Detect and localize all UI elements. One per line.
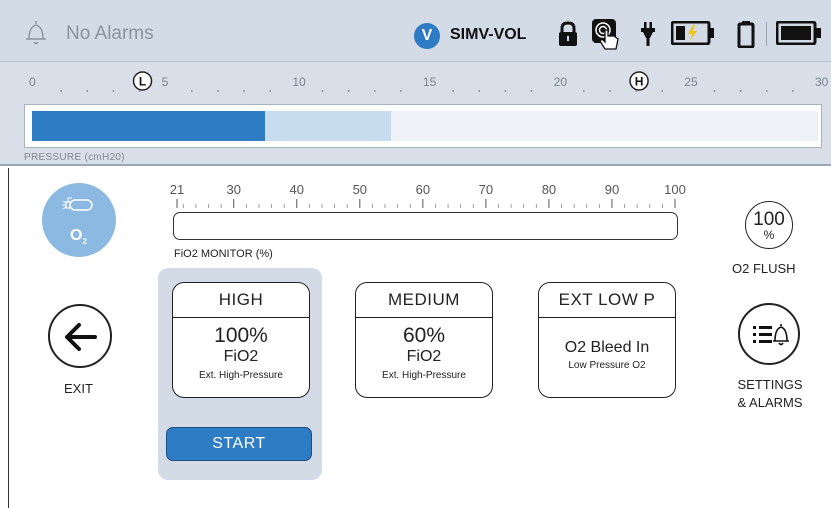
oxygen-button-label: O2 (70, 227, 87, 247)
mode-card-gas: FiO2 (406, 348, 442, 365)
pressure-minor-tick (452, 90, 455, 92)
plug-icon (641, 22, 655, 46)
mode-card-source: Ext. High-Pressure (199, 370, 283, 381)
fio2-tick-label: 40 (290, 182, 304, 197)
oxygen-cylinder-icon (62, 197, 93, 211)
pressure-tick-label: 5 (162, 75, 169, 89)
touch-icon[interactable] (591, 18, 623, 50)
pressure-minor-tick (269, 90, 272, 92)
pressure-minor-tick (478, 90, 481, 92)
fio2-monitor-bar (173, 212, 678, 240)
alarm-status-text[interactable]: No Alarms (66, 23, 154, 45)
mode-card-value: 100% (214, 324, 268, 347)
mode-card-title: HIGH (173, 283, 309, 318)
pressure-minor-tick (321, 90, 324, 92)
fio2-tick-label: 60 (416, 182, 430, 197)
ventilation-mode-text[interactable]: SIMV-VOL (450, 26, 526, 44)
pressure-minor-tick (347, 90, 350, 92)
mode-card-source: Low Pressure O2 (568, 360, 646, 371)
o2-flush-label: O2 FLUSH (732, 261, 796, 276)
pressure-minor-tick (399, 90, 402, 92)
pressure-minor-tick (373, 90, 376, 92)
fio2-tick-label: 21 (170, 182, 184, 197)
fio2-tick-label: 30 (226, 182, 240, 197)
svg-text:L: L (139, 75, 146, 89)
mode-card-value: 60% (402, 324, 446, 347)
divider (766, 22, 767, 46)
mode-card-title: EXT LOW P (539, 283, 675, 318)
pressure-minor-tick (739, 90, 742, 92)
pressure-minor-tick (609, 90, 611, 92)
pressure-minor-tick (504, 90, 507, 92)
pressure-high-limit-marker[interactable]: H (629, 71, 649, 91)
pressure-minor-tick (713, 90, 716, 92)
pressure-minor-tick (582, 90, 585, 92)
battery-charging-icon (671, 21, 714, 45)
battery-icon (737, 21, 755, 48)
settings-alarms-label: SETTINGS & ALARMS (737, 377, 803, 410)
pressure-minor-tick (765, 90, 768, 92)
svg-text:H: H (635, 75, 644, 89)
pressure-minor-tick (217, 90, 219, 92)
frame-border (8, 168, 9, 508)
exit-button[interactable] (48, 304, 112, 368)
fio2-tick-label: 80 (542, 182, 556, 197)
pressure-tick-label: 25 (684, 75, 698, 89)
fio2-tick-label: 90 (605, 182, 619, 197)
pressure-minor-tick (530, 90, 533, 92)
pressure-minor-tick (243, 90, 245, 92)
o2-flush-button[interactable]: 100 % (745, 201, 793, 249)
mode-card-medium[interactable]: MEDIUM 60% FiO2 Ext. High-Pressure (355, 282, 493, 398)
arrow-left-icon (65, 323, 97, 351)
battery-full-icon (776, 21, 821, 45)
fio2-tick-label: 100 (664, 182, 686, 197)
pressure-tick-label: 20 (554, 75, 568, 89)
o2-flush-unit: % (763, 228, 775, 242)
mode-card-gas: FiO2 (223, 348, 259, 365)
pressure-tick-label: 10 (292, 75, 306, 89)
ventilation-mode-badge: V (414, 23, 440, 49)
pressure-tick-label: 15 (423, 75, 437, 89)
pressure-tick-label: 0 (29, 75, 36, 89)
pressure-minor-tick (86, 90, 89, 92)
start-button[interactable]: START (166, 427, 312, 461)
pressure-label: PRESSURE (cmH20) (24, 152, 125, 163)
mode-card-source: Ext. High-Pressure (382, 370, 466, 381)
pressure-minor-tick (112, 90, 115, 92)
status-bar: No Alarms V SIMV-VOL (0, 0, 831, 62)
pressure-minor-tick (661, 90, 664, 92)
lock-icon[interactable] (557, 21, 579, 47)
pressure-low-limit-marker[interactable]: L (132, 71, 153, 91)
mode-card-gas: O2 Bleed In (564, 339, 650, 356)
pressure-scale: 0 5 10 15 20 25 30 L H (29, 71, 829, 92)
fio2-monitor-label: FiO2 MONITOR (%) (174, 248, 273, 260)
mode-card-high[interactable]: HIGH 100% FiO2 Ext. High-Pressure (172, 282, 310, 398)
pressure-minor-tick (60, 90, 63, 92)
pressure-peak-bar (265, 111, 391, 141)
pressure-tick-label: 30 (815, 75, 829, 89)
pressure-bar-background (383, 111, 818, 141)
exit-label: EXIT (64, 381, 93, 396)
mode-card-title: MEDIUM (356, 283, 492, 318)
fio2-tick-label: 70 (479, 182, 493, 197)
pressure-current-bar (32, 111, 265, 141)
pressure-minor-tick (190, 90, 193, 92)
fio2-tick-label: 50 (353, 182, 367, 197)
settings-alarms-button[interactable] (738, 303, 800, 365)
bell-icon[interactable] (24, 19, 48, 47)
settings-alarms-icon (753, 324, 789, 346)
fio2-scale: 21 30 40 50 60 70 80 90 100 (170, 182, 686, 208)
mode-card-ext-low-p[interactable]: EXT LOW P O2 Bleed In Low Pressure O2 (538, 282, 676, 398)
o2-flush-value: 100 (753, 209, 785, 230)
pressure-gauge: 0 5 10 15 20 25 30 L H PRESSURE (cmH20) (0, 62, 831, 166)
pressure-minor-tick (791, 90, 794, 92)
